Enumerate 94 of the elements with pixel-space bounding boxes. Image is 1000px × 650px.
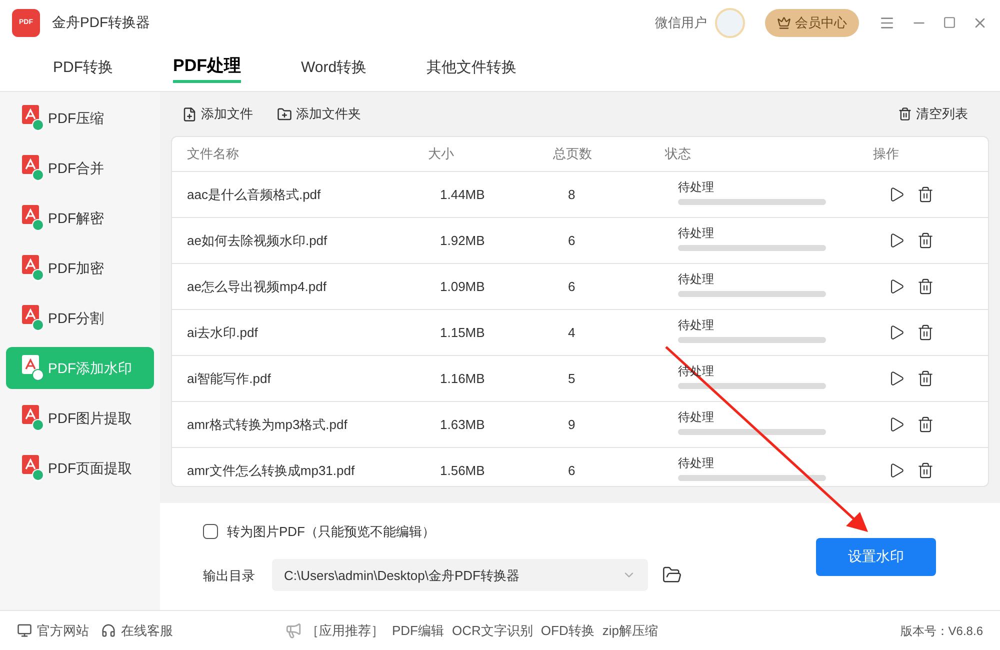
main-tab[interactable]: PDF处理: [173, 53, 241, 83]
delete-icon[interactable]: [917, 278, 934, 295]
status-text: 待处理: [678, 317, 714, 334]
sidebar-item[interactable]: PDF分割: [6, 297, 154, 339]
main-tab[interactable]: PDF转换: [53, 56, 113, 80]
file-name: amr格式转换为mp3格式.pdf: [187, 416, 348, 434]
file-size: 1.63MB: [440, 416, 486, 434]
pdf-tool-icon: [22, 305, 44, 331]
file-size: 1.92MB: [440, 232, 486, 250]
promo-heading: ［应用推荐］: [306, 622, 384, 640]
page-count: 6: [568, 278, 576, 296]
megaphone-icon: [285, 622, 302, 639]
delete-icon[interactable]: [917, 370, 934, 387]
folder-plus-icon: [277, 106, 292, 122]
footer-link[interactable]: 官方网站: [17, 620, 89, 640]
vip-button[interactable]: 会员中心: [765, 8, 859, 36]
file-name: amr文件怎么转换成mp31.pdf: [187, 462, 356, 480]
file-name: aac是什么音频格式.pdf: [187, 186, 322, 204]
page-count: 5: [568, 370, 576, 388]
column-header: 状态: [665, 145, 692, 164]
user-name: 微信用户: [655, 14, 707, 32]
sidebar-item[interactable]: PDF图片提取: [6, 397, 154, 439]
status-text: 待处理: [678, 409, 714, 426]
play-icon[interactable]: [888, 278, 905, 295]
pdf-tool-icon: [22, 155, 44, 181]
crown-icon: [777, 16, 791, 30]
page-count: 9: [568, 416, 576, 434]
status-text: 待处理: [678, 271, 714, 288]
sidebar-item[interactable]: PDF页面提取: [6, 447, 154, 489]
promo-link[interactable]: PDF编辑: [392, 620, 444, 640]
play-icon[interactable]: [888, 186, 905, 203]
promo-link[interactable]: OCR文字识别: [452, 620, 533, 640]
trash-icon: [898, 107, 912, 121]
sidebar-item[interactable]: PDF解密: [6, 197, 154, 239]
play-icon[interactable]: [888, 416, 905, 433]
page-count: 4: [568, 324, 576, 342]
pdf-tool-icon: [22, 405, 44, 431]
app-title: 金舟PDF转换器: [52, 13, 150, 32]
delete-icon[interactable]: [917, 186, 934, 203]
menu-icon[interactable]: [879, 14, 895, 30]
sidebar-item[interactable]: PDF合并: [6, 147, 154, 189]
page-count: 8: [568, 186, 576, 204]
column-header: 总页数: [553, 145, 593, 164]
status-text: 待处理: [678, 179, 714, 196]
pdf-tool-icon: [22, 205, 44, 231]
add-file-button[interactable]: 添加文件: [182, 104, 253, 124]
status-text: 待处理: [678, 225, 714, 242]
set-watermark-button[interactable]: 设置水印: [816, 538, 936, 576]
monitor-icon: [17, 623, 32, 638]
delete-icon[interactable]: [917, 232, 934, 249]
column-header: 大小: [428, 145, 455, 164]
file-plus-icon: [182, 106, 197, 122]
column-header: 文件名称: [187, 145, 240, 164]
folder-icon[interactable]: [662, 565, 682, 586]
pdf-tool-icon: [22, 455, 44, 481]
delete-icon[interactable]: [917, 324, 934, 341]
play-icon[interactable]: [888, 324, 905, 341]
checkbox[interactable]: [203, 524, 218, 539]
page-count: 6: [568, 462, 576, 480]
maximize-icon[interactable]: [943, 16, 956, 29]
file-size: 1.56MB: [440, 462, 486, 480]
file-name: ai智能写作.pdf: [187, 370, 272, 388]
promo-link[interactable]: zip解压缩: [602, 620, 658, 640]
sidebar-item[interactable]: PDF加密: [6, 247, 154, 289]
status-text: 待处理: [678, 455, 714, 472]
play-icon[interactable]: [888, 370, 905, 387]
play-icon[interactable]: [888, 232, 905, 249]
footer-link[interactable]: 在线客服: [101, 620, 173, 640]
pdf-tool-icon: [22, 105, 44, 131]
file-name: ae怎么导出视频mp4.pdf: [187, 278, 328, 296]
add-folder-button[interactable]: 添加文件夹: [277, 104, 361, 124]
version-text: 版本号：V6.8.6: [900, 622, 983, 640]
output-label: 输出目录: [203, 566, 256, 584]
file-name: ai去水印.pdf: [187, 324, 259, 342]
delete-icon[interactable]: [917, 462, 934, 479]
delete-icon[interactable]: [917, 416, 934, 433]
headset-icon: [101, 623, 116, 638]
column-header: 操作: [873, 145, 899, 164]
main-tab[interactable]: 其他文件转换: [426, 56, 517, 80]
file-size: 1.09MB: [440, 278, 486, 296]
page-count: 6: [568, 232, 576, 250]
clear-list-button[interactable]: 清空列表: [898, 104, 968, 124]
pdf-tool-icon: [22, 355, 44, 381]
file-name: ae如何去除视频水印.pdf: [187, 232, 328, 250]
play-icon[interactable]: [888, 462, 905, 479]
checkbox-label: 转为图片PDF（只能预览不能编辑）: [227, 522, 435, 541]
promo-link[interactable]: OFD转换: [540, 620, 594, 640]
sidebar-item[interactable]: PDF压缩: [6, 97, 154, 139]
main-tab[interactable]: Word转换: [301, 56, 367, 80]
output-path-dropdown[interactable]: C:\Users\admin\Desktop\金舟PDF转换器: [272, 559, 648, 592]
file-size: 1.16MB: [440, 370, 486, 388]
file-size: 1.15MB: [440, 324, 486, 342]
pdf-tool-icon: [22, 255, 44, 281]
file-size: 1.44MB: [440, 186, 486, 204]
